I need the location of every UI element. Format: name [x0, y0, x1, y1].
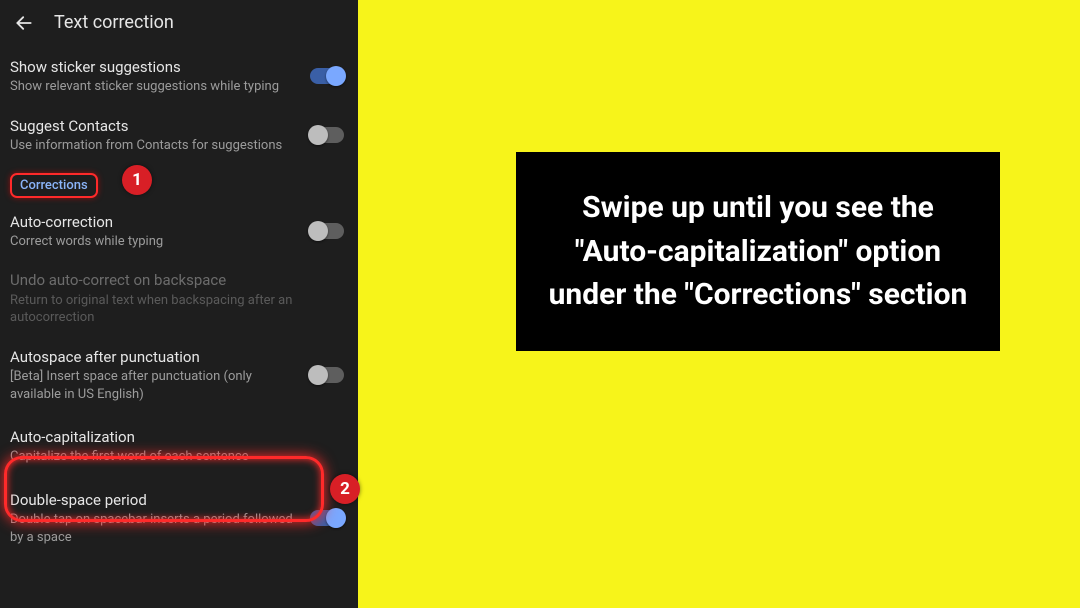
row-title: Auto-correction	[10, 212, 302, 232]
setting-row-auto-capitalization[interactable]: Auto-capitalization Capitalize the first…	[0, 413, 358, 480]
row-subtitle: Show relevant sticker suggestions while …	[10, 78, 302, 96]
row-subtitle: Capitalize the first word of each senten…	[10, 448, 302, 466]
toggle-double-space-period[interactable]	[310, 510, 344, 526]
row-title: Auto-capitalization	[10, 427, 302, 447]
toggle-suggest-contacts[interactable]	[310, 127, 344, 143]
toggle-auto-correction[interactable]	[310, 223, 344, 239]
annotation-badge-2: 2	[330, 474, 360, 504]
app-bar: Text correction	[0, 0, 358, 47]
row-title: Undo auto-correct on backspace	[10, 270, 302, 290]
page-title: Text correction	[54, 12, 174, 33]
row-title: Double-space period	[10, 490, 302, 510]
row-subtitle: Correct words while typing	[10, 233, 302, 251]
row-subtitle: Return to original text when backspacing…	[10, 292, 302, 327]
row-subtitle: Double tap on spacebar inserts a period …	[10, 511, 302, 546]
setting-row-autospace[interactable]: Autospace after punctuation [Beta] Inser…	[0, 337, 358, 413]
tutorial-stage: Text correction Show sticker suggestions…	[0, 0, 1080, 608]
row-title: Suggest Contacts	[10, 116, 302, 136]
row-subtitle: Use information from Contacts for sugges…	[10, 137, 302, 155]
section-label: Corrections	[10, 173, 98, 198]
toggle-sticker-suggestions[interactable]	[310, 68, 344, 84]
annotation-badge-1: 1	[122, 165, 152, 195]
phone-settings-screen[interactable]: Text correction Show sticker suggestions…	[0, 0, 358, 608]
setting-row-undo-autocorrect: Undo auto-correct on backspace Return to…	[0, 260, 358, 336]
setting-row-auto-correction[interactable]: Auto-correction Correct words while typi…	[0, 202, 358, 261]
row-title: Show sticker suggestions	[10, 57, 302, 77]
back-arrow-icon[interactable]	[14, 13, 34, 33]
toggle-autospace[interactable]	[310, 367, 344, 383]
setting-row-suggest-contacts[interactable]: Suggest Contacts Use information from Co…	[0, 106, 358, 165]
section-header-corrections: Corrections 1	[0, 165, 358, 202]
row-subtitle: [Beta] Insert space after punctuation (o…	[10, 368, 302, 403]
instruction-text-box: Swipe up until you see the "Auto-capital…	[516, 152, 1000, 351]
setting-row-double-space-period[interactable]: Double-space period Double tap on spaceb…	[0, 480, 358, 556]
row-title: Autospace after punctuation	[10, 347, 302, 367]
setting-row-sticker-suggestions[interactable]: Show sticker suggestions Show relevant s…	[0, 47, 358, 106]
